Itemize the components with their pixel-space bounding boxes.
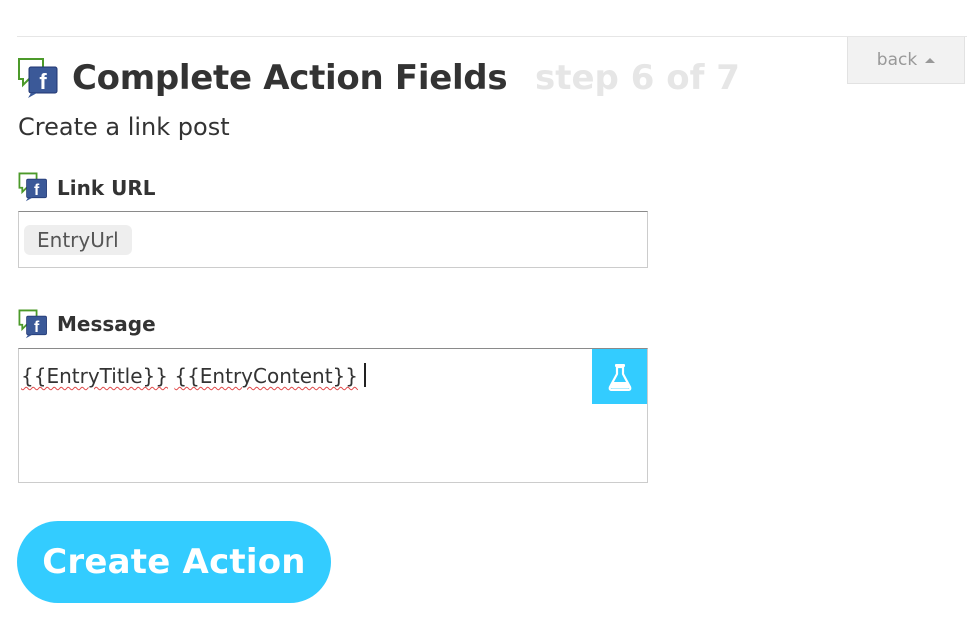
- link-url-field[interactable]: EntryUrl: [18, 211, 648, 268]
- link-url-label: Link URL: [57, 176, 156, 200]
- caret-up-icon: [925, 57, 936, 63]
- message-token-entrycontent: {{EntryContent}}: [174, 364, 358, 388]
- svg-text:f: f: [34, 319, 40, 336]
- message-field[interactable]: {{EntryTitle}} {{EntryContent}}: [18, 348, 648, 483]
- svg-text:f: f: [39, 69, 47, 94]
- create-action-button[interactable]: Create Action: [17, 521, 331, 603]
- action-subtitle: Create a link post: [18, 113, 230, 141]
- message-label: Message: [57, 312, 156, 336]
- flask-icon: [608, 363, 631, 391]
- facebook-icon: f: [17, 57, 59, 99]
- message-text[interactable]: {{EntryTitle}} {{EntryContent}}: [21, 363, 366, 389]
- facebook-icon: f: [18, 172, 48, 202]
- page-title: Complete Action Fields: [72, 58, 508, 98]
- top-divider: [17, 36, 967, 37]
- back-button[interactable]: back: [847, 37, 965, 84]
- svg-text:f: f: [34, 182, 40, 199]
- text-cursor: [364, 363, 366, 387]
- back-label: back: [876, 50, 918, 70]
- add-ingredient-button[interactable]: [592, 349, 647, 404]
- step-indicator: step 6 of 7: [535, 58, 740, 98]
- facebook-icon: f: [18, 309, 48, 339]
- ingredient-pill-entryurl[interactable]: EntryUrl: [24, 225, 132, 255]
- message-token-entrytitle: {{EntryTitle}}: [21, 364, 168, 388]
